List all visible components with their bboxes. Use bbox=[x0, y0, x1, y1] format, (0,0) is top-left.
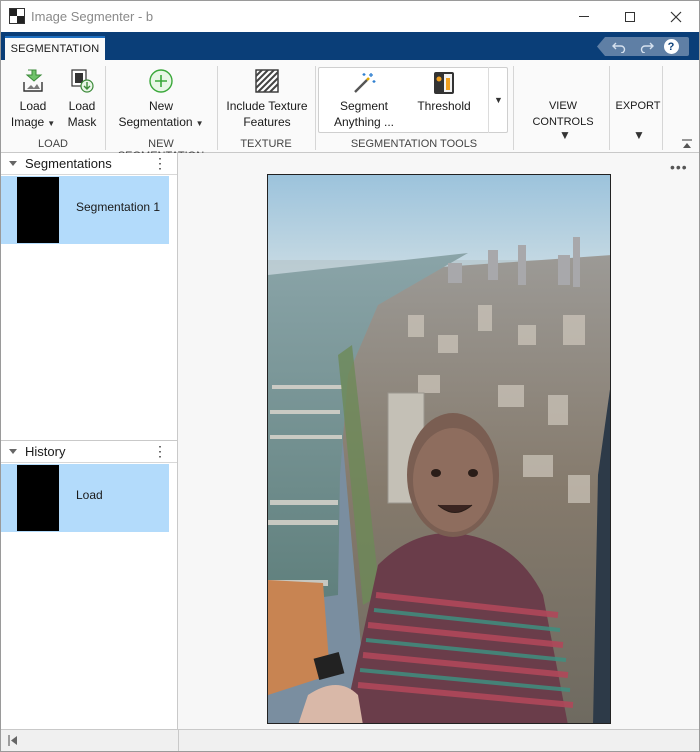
city-photo bbox=[268, 175, 610, 723]
window-title: Image Segmenter - b bbox=[31, 9, 154, 24]
view-controls-label: VIEW CONTROLS bbox=[532, 100, 594, 128]
load-image-label-2: Image bbox=[10, 115, 45, 129]
add-icon bbox=[148, 68, 174, 94]
app-window: Image Segmenter - b SEGMENTATION ? Load … bbox=[0, 0, 700, 752]
history-list-item[interactable]: Load bbox=[1, 464, 169, 532]
history-panel-title: History bbox=[25, 444, 66, 459]
export-chevron-icon[interactable]: ▼ bbox=[633, 128, 645, 142]
close-window-button[interactable] bbox=[653, 1, 699, 32]
threshold-icon bbox=[431, 70, 457, 96]
collapse-triangle-icon[interactable] bbox=[9, 161, 17, 166]
history-item-label: Load bbox=[76, 488, 103, 502]
undo-icon bbox=[612, 42, 626, 53]
history-panel-header[interactable]: History ⋮ bbox=[1, 441, 177, 463]
status-bar bbox=[1, 729, 699, 751]
history-options-icon[interactable]: ⋮ bbox=[153, 443, 167, 460]
export-button[interactable]: EXPORT bbox=[613, 98, 663, 114]
collapse-left-panel-icon[interactable] bbox=[8, 735, 18, 746]
close-icon bbox=[670, 11, 682, 22]
texture-label-1: Include Texture bbox=[226, 99, 308, 113]
segment-anything-label-2: Anything ... bbox=[333, 115, 395, 129]
image-canvas-area: ••• bbox=[178, 153, 699, 729]
segment-anything-button[interactable]: Segment Anything ... bbox=[331, 70, 397, 130]
segment-anything-label-1: Segment bbox=[339, 99, 389, 113]
new-segmentation-label-2: Segmentation bbox=[118, 115, 193, 129]
export-label: EXPORT bbox=[615, 100, 661, 112]
quick-access-toolbar: ? bbox=[597, 37, 689, 56]
more-options-icon[interactable]: ••• bbox=[670, 159, 688, 175]
view-controls-button[interactable]: VIEW CONTROLS bbox=[517, 98, 609, 130]
load-group-label: LOAD bbox=[38, 138, 68, 150]
minimize-button[interactable] bbox=[561, 1, 607, 32]
segmentation-image[interactable] bbox=[267, 174, 611, 724]
redo-button[interactable] bbox=[637, 37, 657, 56]
new-segmentation-label-1: New bbox=[148, 99, 173, 113]
ribbon-separator bbox=[513, 66, 514, 150]
load-image-icon bbox=[20, 68, 46, 94]
left-panel: Segmentations ⋮ Segmentation 1 History ⋮… bbox=[1, 153, 178, 729]
segmentation-list-item[interactable]: Segmentation 1 bbox=[1, 176, 169, 244]
title-bar: Image Segmenter - b bbox=[1, 1, 699, 32]
view-controls-chevron-icon[interactable]: ▼ bbox=[559, 128, 571, 142]
gallery-expand-button[interactable]: ▼ bbox=[488, 67, 508, 133]
history-thumbnail bbox=[17, 465, 59, 531]
ribbon-separator bbox=[609, 66, 610, 150]
collapse-ribbon-icon[interactable] bbox=[681, 138, 693, 150]
segmentation-item-label: Segmentation 1 bbox=[76, 200, 161, 214]
load-mask-label-2: Mask bbox=[67, 115, 97, 129]
load-mask-button[interactable]: Load Mask bbox=[63, 68, 101, 130]
segmentations-panel-header[interactable]: Segmentations ⋮ bbox=[1, 153, 177, 175]
tab-segmentation[interactable]: SEGMENTATION bbox=[5, 36, 105, 60]
segmentation-thumbnail bbox=[17, 177, 59, 243]
segmentations-panel-title: Segmentations bbox=[25, 156, 112, 171]
tab-strip: SEGMENTATION ? bbox=[1, 32, 699, 60]
new-segmentation-button[interactable]: New Segmentation ▼ bbox=[111, 68, 211, 132]
threshold-label: Threshold bbox=[417, 99, 471, 113]
redo-icon bbox=[640, 42, 654, 53]
undo-button[interactable] bbox=[609, 37, 629, 56]
chevron-down-icon: ▼ bbox=[195, 119, 204, 128]
status-separator bbox=[178, 730, 179, 751]
texture-group-label: TEXTURE bbox=[240, 138, 292, 150]
load-image-button[interactable]: Load Image ▼ bbox=[9, 68, 57, 132]
segmentations-options-icon[interactable]: ⋮ bbox=[153, 155, 167, 172]
texture-icon bbox=[254, 68, 280, 94]
help-icon: ? bbox=[663, 39, 679, 54]
load-mask-icon bbox=[69, 68, 95, 94]
texture-label-2: Features bbox=[243, 115, 291, 129]
magic-wand-icon bbox=[351, 70, 377, 96]
chevron-down-icon: ▼ bbox=[494, 95, 503, 105]
ribbon-separator bbox=[662, 66, 663, 150]
image-segmenter-icon bbox=[9, 8, 25, 24]
ribbon: Load Image ▼ Load Mask LOAD New Segmenta… bbox=[1, 60, 699, 162]
maximize-button[interactable] bbox=[607, 1, 653, 32]
threshold-button[interactable]: Threshold bbox=[411, 70, 477, 114]
load-mask-label-1: Load bbox=[68, 99, 96, 113]
chevron-down-icon: ▼ bbox=[47, 119, 56, 128]
segmentation-tools-group-label: SEGMENTATION TOOLS bbox=[350, 138, 478, 150]
help-button[interactable]: ? bbox=[661, 37, 681, 56]
load-image-label-1: Load bbox=[19, 99, 47, 113]
include-texture-features-button[interactable]: Include Texture Features bbox=[221, 68, 313, 130]
collapse-triangle-icon[interactable] bbox=[9, 449, 17, 454]
